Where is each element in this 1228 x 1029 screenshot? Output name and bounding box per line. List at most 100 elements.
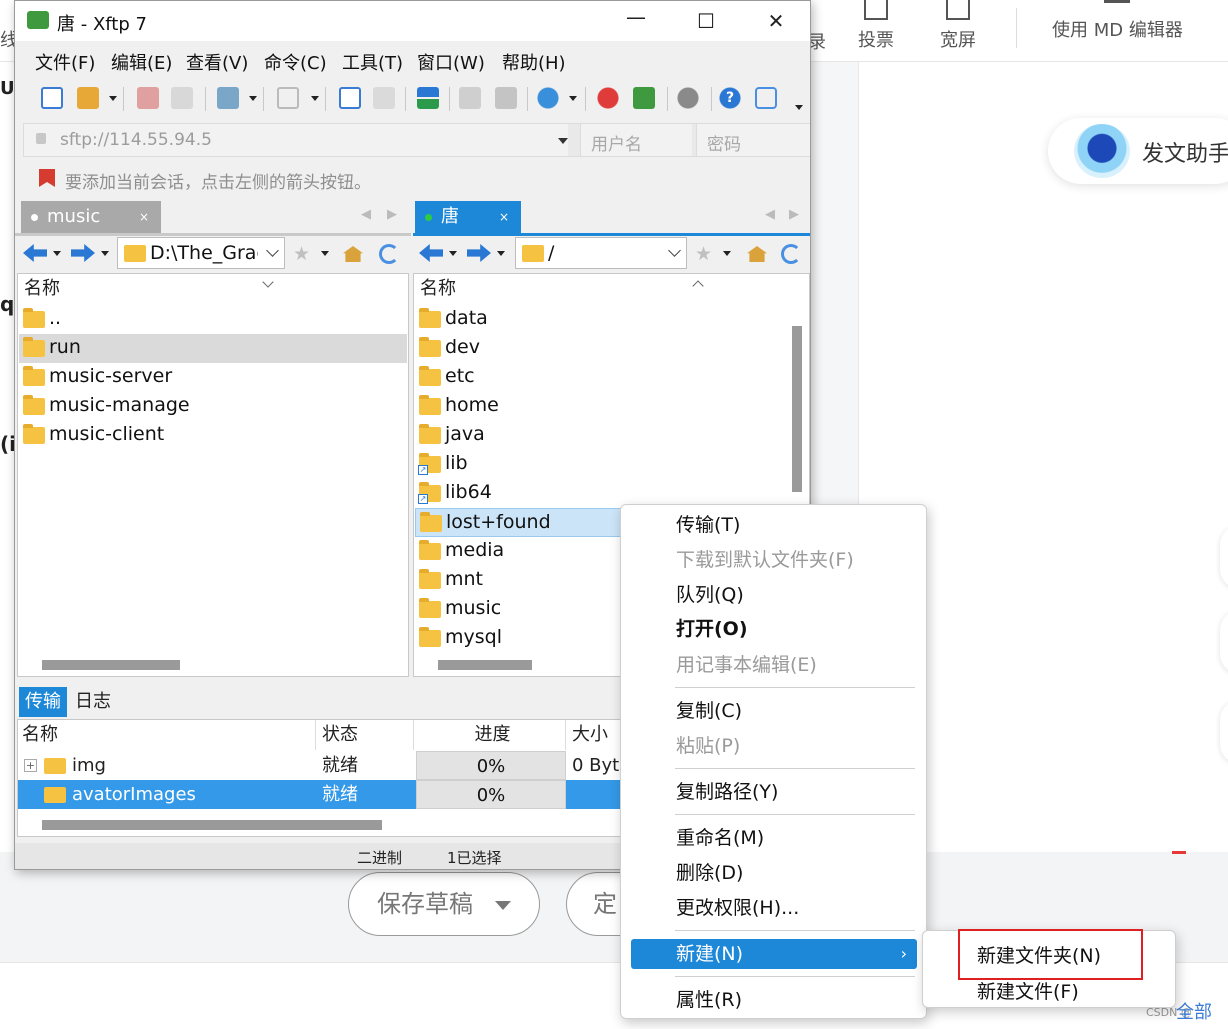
open-folder-icon[interactable]: [77, 87, 99, 109]
caret-down-icon[interactable]: [497, 251, 505, 256]
title-bar[interactable]: 唐 - Xftp 7 — ☐ ✕: [15, 1, 810, 41]
home-icon[interactable]: [747, 246, 767, 262]
vote-button[interactable]: 投票: [858, 0, 894, 52]
show-all-link[interactable]: 全部显示: [1176, 998, 1228, 1029]
session-settings-icon[interactable]: [217, 87, 239, 109]
help-icon[interactable]: ?: [719, 87, 741, 109]
save-draft-button[interactable]: 保存草稿: [348, 872, 540, 936]
expand-icon[interactable]: +: [24, 759, 37, 772]
caret-down-icon[interactable]: [109, 96, 117, 101]
menu-item-open[interactable]: 打开(O): [631, 614, 917, 644]
list-item[interactable]: dev: [415, 334, 790, 363]
column-name-header[interactable]: 名称: [18, 274, 408, 304]
caret-down-icon[interactable]: [53, 251, 61, 256]
horizontal-scrollbar[interactable]: [42, 820, 382, 830]
disconnect-icon[interactable]: [137, 87, 159, 109]
caret-down-icon[interactable]: [449, 251, 457, 256]
xftp-icon[interactable]: [633, 87, 655, 109]
tab-next-icon[interactable]: ▶: [789, 207, 799, 222]
upload-icon[interactable]: [339, 87, 361, 109]
tab-remote[interactable]: 唐 ×: [415, 201, 521, 233]
column-name-header[interactable]: 名称: [414, 274, 809, 304]
password-input[interactable]: 密码: [696, 124, 810, 156]
copy-icon[interactable]: [459, 87, 481, 109]
home-icon[interactable]: [343, 246, 363, 262]
terminal-icon[interactable]: [277, 87, 299, 109]
list-item[interactable]: ..: [19, 305, 407, 334]
list-item[interactable]: home: [415, 392, 790, 421]
tab-prev-icon[interactable]: ◀: [361, 207, 371, 222]
column-header[interactable]: 进度: [416, 720, 566, 750]
chevron-down-icon[interactable]: [266, 244, 279, 257]
menu-item-properties[interactable]: 属性(R): [631, 985, 917, 1015]
column-header[interactable]: 状态: [318, 720, 414, 750]
chevron-down-icon[interactable]: [668, 244, 681, 257]
paste-icon[interactable]: [495, 87, 517, 109]
menu-item-permissions[interactable]: 更改权限(H)...: [631, 893, 917, 923]
bookmark-icon[interactable]: [39, 169, 55, 187]
caret-down-icon[interactable]: [321, 251, 329, 256]
menu-item-new-file[interactable]: 新建文件(F): [977, 977, 1079, 1004]
new-session-icon[interactable]: [41, 87, 63, 109]
close-button[interactable]: ✕: [761, 9, 791, 33]
md-editor-button[interactable]: 使用 MD 编辑器: [1052, 0, 1183, 42]
widescreen-button[interactable]: 宽屏: [940, 0, 976, 52]
back-icon[interactable]: [419, 244, 443, 262]
close-icon[interactable]: ×: [139, 201, 149, 233]
star-icon[interactable]: ★: [293, 243, 310, 265]
refresh-icon[interactable]: [781, 244, 801, 264]
tab-music[interactable]: music ×: [21, 201, 161, 233]
list-item[interactable]: data: [415, 305, 790, 334]
back-icon[interactable]: [23, 244, 47, 262]
list-item[interactable]: run: [19, 334, 407, 363]
horizontal-scrollbar[interactable]: [438, 660, 532, 670]
tab-prev-icon[interactable]: ◀: [765, 207, 775, 222]
local-path-input[interactable]: D:\The_Grac: [117, 237, 285, 269]
forward-icon[interactable]: [467, 244, 491, 262]
menu-item-queue[interactable]: 队列(Q): [631, 580, 917, 610]
menu-item-copy[interactable]: 复制(C): [631, 696, 917, 726]
sync-icon[interactable]: [417, 87, 439, 109]
maximize-button[interactable]: ☐: [691, 9, 721, 33]
menu-window[interactable]: 窗口(W): [417, 49, 485, 75]
host-input[interactable]: sftp://114.55.94.5: [24, 124, 568, 156]
vertical-scrollbar[interactable]: [792, 326, 802, 492]
tab-log[interactable]: 日志: [69, 687, 117, 717]
column-header[interactable]: 大小: [568, 720, 628, 750]
writing-assistant-button[interactable]: 发文助手: [1048, 118, 1228, 184]
list-item[interactable]: java: [415, 421, 790, 450]
caret-down-icon[interactable]: [795, 105, 803, 110]
menu-help[interactable]: 帮助(H): [502, 49, 566, 75]
menu-item-delete[interactable]: 删除(D): [631, 858, 917, 888]
menu-view[interactable]: 查看(V): [186, 49, 248, 75]
menu-command[interactable]: 命令(C): [264, 49, 327, 75]
remote-path-input[interactable]: /: [515, 237, 687, 269]
chat-icon[interactable]: [755, 87, 777, 109]
caret-down-icon[interactable]: [723, 251, 731, 256]
list-item[interactable]: ↗ lib: [415, 450, 790, 479]
caret-down-icon[interactable]: [101, 251, 109, 256]
caret-down-icon[interactable]: [569, 96, 577, 101]
tab-transfer[interactable]: 传输: [19, 687, 67, 717]
menu-item-rename[interactable]: 重命名(M): [631, 823, 917, 853]
xshell-icon[interactable]: [597, 87, 619, 109]
menu-tools[interactable]: 工具(T): [342, 49, 403, 75]
menu-item-new[interactable]: 新建(N) ›: [631, 939, 917, 969]
caret-down-icon[interactable]: [311, 96, 319, 101]
tab-next-icon[interactable]: ▶: [387, 207, 397, 222]
gear-icon[interactable]: [677, 87, 699, 109]
menu-edit[interactable]: 编辑(E): [111, 49, 172, 75]
caret-down-icon[interactable]: [249, 96, 257, 101]
list-item[interactable]: music-manage: [19, 392, 407, 421]
column-header[interactable]: 名称: [18, 720, 316, 750]
username-input[interactable]: 用户名: [580, 124, 692, 156]
menu-item-copy-path[interactable]: 复制路径(Y): [631, 777, 917, 807]
list-item[interactable]: music-client: [19, 421, 407, 450]
close-icon[interactable]: ×: [499, 201, 509, 233]
download-icon[interactable]: [373, 87, 395, 109]
list-item[interactable]: music-server: [19, 363, 407, 392]
caret-down-icon[interactable]: [558, 138, 568, 144]
minimize-button[interactable]: —: [621, 5, 651, 29]
menu-file[interactable]: 文件(F): [35, 49, 95, 75]
refresh-icon[interactable]: [379, 244, 399, 264]
